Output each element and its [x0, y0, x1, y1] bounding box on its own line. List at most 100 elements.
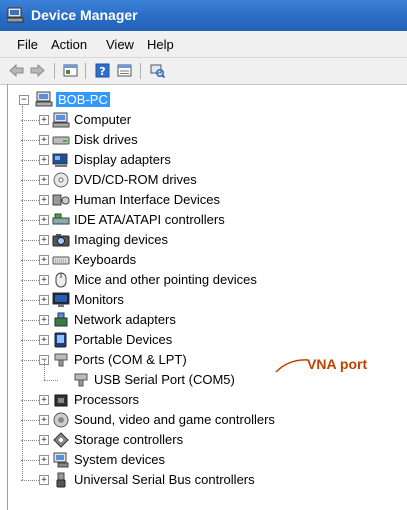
- expand-toggle[interactable]: +: [39, 195, 49, 205]
- expand-toggle[interactable]: +: [39, 215, 49, 225]
- expand-toggle[interactable]: +: [39, 415, 49, 425]
- processor-icon: [54, 394, 68, 407]
- expand-toggle[interactable]: +: [39, 175, 49, 185]
- tree-item[interactable]: + Computer: [8, 110, 328, 130]
- network-adapter-icon: [54, 312, 68, 327]
- tree-item-label: Universal Serial Bus controllers: [74, 472, 255, 487]
- toolbar-separator: [140, 63, 141, 79]
- tree-item[interactable]: + IDE ATA/ATAPI controllers: [8, 210, 328, 230]
- tree-connector: [21, 160, 39, 161]
- expand-toggle[interactable]: +: [39, 435, 49, 445]
- show-hide-tree-icon[interactable]: [63, 63, 78, 78]
- mouse-icon: [55, 272, 67, 288]
- toolbar: ?: [0, 58, 407, 85]
- tree-item-label: USB Serial Port (COM5): [94, 372, 235, 387]
- back-arrow-icon[interactable]: [9, 63, 24, 78]
- tree-root[interactable]: − BOB-PC: [8, 90, 208, 110]
- tree-item-label: DVD/CD-ROM drives: [74, 172, 197, 187]
- tree-item-label: Storage controllers: [74, 432, 184, 447]
- expand-toggle[interactable]: +: [39, 315, 49, 325]
- tree-item[interactable]: + System devices: [8, 450, 328, 470]
- tree-connector: [21, 440, 39, 441]
- root-label: BOB-PC: [56, 92, 110, 107]
- expand-toggle[interactable]: +: [39, 475, 49, 485]
- tree-item-label: IDE ATA/ATAPI controllers: [74, 212, 225, 227]
- ide-controller-icon: [52, 213, 70, 225]
- tree-item-label: Portable Devices: [74, 332, 173, 347]
- expand-toggle[interactable]: +: [39, 335, 49, 345]
- forward-arrow-icon[interactable]: [30, 63, 45, 78]
- menu-view[interactable]: View: [106, 37, 134, 52]
- expand-toggle[interactable]: +: [39, 395, 49, 405]
- tree-connector: [21, 260, 39, 261]
- storage-controller-icon: [53, 432, 69, 448]
- properties-icon[interactable]: [117, 63, 132, 78]
- tree-item-label: Display adapters: [74, 152, 171, 167]
- tree-item-label: Network adapters: [74, 312, 176, 327]
- tree-connector: [21, 400, 39, 401]
- tree-item-label: Human Interface Devices: [74, 192, 220, 207]
- toolbar-separator: [85, 63, 86, 79]
- device-manager-icon: [7, 7, 24, 23]
- tree-connector: [21, 300, 39, 301]
- tree-connector: [21, 340, 39, 341]
- svg-text:?: ?: [99, 65, 105, 78]
- vna-port-annotation: VNA port: [307, 356, 368, 372]
- tree-item[interactable]: + Storage controllers: [8, 430, 328, 450]
- tree-connector: [44, 380, 58, 381]
- disk-drive-icon: [52, 136, 70, 145]
- expand-toggle[interactable]: +: [39, 255, 49, 265]
- tree-item-label: Computer: [74, 112, 132, 127]
- tree-item[interactable]: USB Serial Port (COM5): [8, 370, 328, 390]
- computer-icon: [35, 91, 53, 107]
- tree-item[interactable]: + Network adapters: [8, 310, 328, 330]
- system-device-icon: [53, 452, 69, 468]
- menu-file[interactable]: File: [17, 37, 38, 52]
- tree-item-label: Mice and other pointing devices: [74, 272, 257, 287]
- tree-item[interactable]: + Mice and other pointing devices: [8, 270, 328, 290]
- title-bar[interactable]: Device Manager: [0, 0, 407, 31]
- tree-connector: [21, 200, 39, 201]
- window-title: Device Manager: [31, 7, 138, 23]
- tree-item-label: Processors: [74, 392, 140, 407]
- dvd-drive-icon: [53, 172, 69, 188]
- menu-action[interactable]: Action: [51, 37, 87, 52]
- expand-toggle[interactable]: +: [39, 275, 49, 285]
- tree-item[interactable]: + Processors: [8, 390, 328, 410]
- tree-item[interactable]: + Monitors: [8, 290, 328, 310]
- tree-item[interactable]: + Human Interface Devices: [8, 190, 328, 210]
- device-tree: − BOB-PC + Computer + Disk drives + Display a…: [7, 84, 407, 510]
- tree-connector: [21, 120, 39, 121]
- help-icon[interactable]: ?: [95, 63, 110, 78]
- menu-help[interactable]: Help: [147, 37, 174, 52]
- tree-connector: [21, 460, 39, 461]
- tree-connector: [21, 220, 39, 221]
- tree-connector: [21, 420, 39, 421]
- tree-item[interactable]: + DVD/CD-ROM drives: [8, 170, 328, 190]
- expand-toggle[interactable]: +: [39, 135, 49, 145]
- expand-toggle[interactable]: +: [39, 155, 49, 165]
- port-icon: [54, 353, 68, 367]
- monitor-icon: [52, 292, 70, 307]
- tree-item[interactable]: + Portable Devices: [8, 330, 328, 350]
- camera-icon: [52, 234, 70, 247]
- tree-item[interactable]: + Display adapters: [8, 150, 328, 170]
- expand-toggle[interactable]: +: [39, 235, 49, 245]
- expand-toggle[interactable]: +: [39, 295, 49, 305]
- expand-toggle[interactable]: +: [39, 455, 49, 465]
- tree-connector: [21, 240, 39, 241]
- scan-hardware-icon[interactable]: [150, 63, 165, 78]
- tree-item[interactable]: + Disk drives: [8, 130, 328, 150]
- tree-item[interactable]: + Keyboards: [8, 250, 328, 270]
- tree-item-label: Ports (COM & LPT): [74, 352, 187, 367]
- tree-item[interactable]: + Sound, video and game controllers: [8, 410, 328, 430]
- tree-item-label: Keyboards: [74, 252, 137, 267]
- collapse-toggle[interactable]: −: [19, 95, 29, 105]
- portable-device-icon: [54, 332, 67, 348]
- toolbar-separator: [54, 63, 55, 79]
- expand-toggle[interactable]: +: [39, 115, 49, 125]
- menu-bar: File Action View Help: [0, 31, 407, 58]
- tree-item[interactable]: + Imaging devices: [8, 230, 328, 250]
- tree-item-label: Monitors: [74, 292, 124, 307]
- tree-item[interactable]: + Universal Serial Bus controllers: [8, 470, 328, 490]
